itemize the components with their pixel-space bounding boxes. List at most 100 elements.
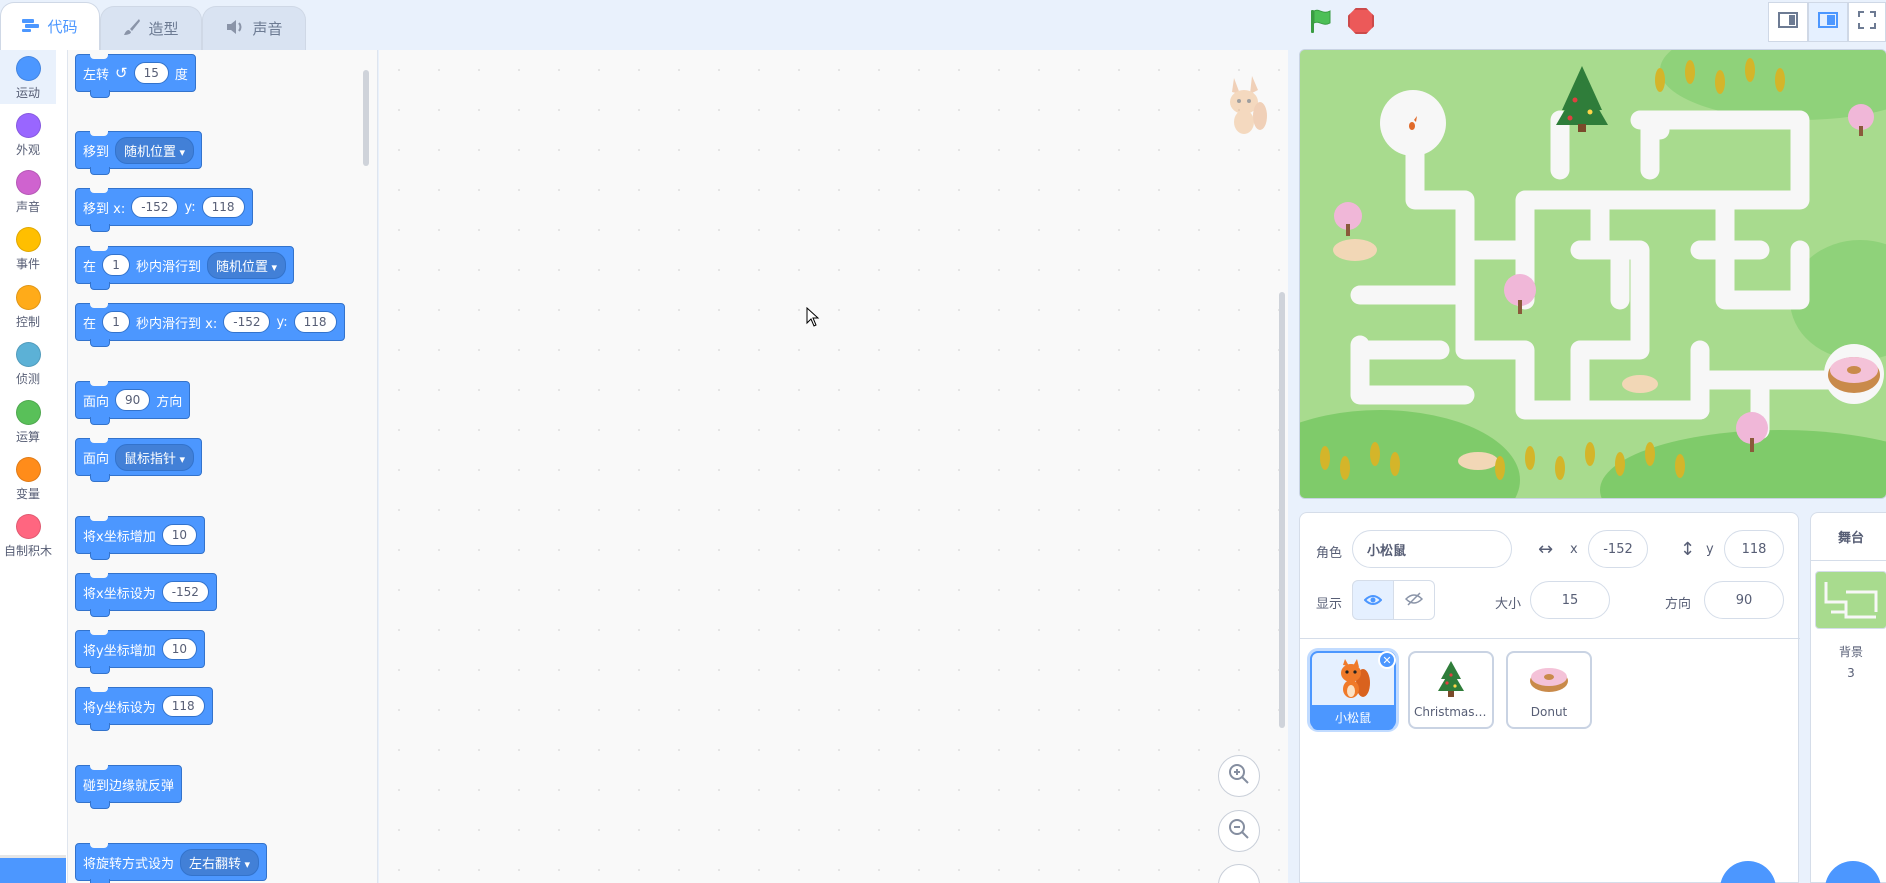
add-backdrop-button[interactable]: [1825, 861, 1881, 883]
glide-secs-input[interactable]: 1: [102, 311, 131, 333]
sensing-dot-icon: [15, 342, 41, 367]
category-label: 声音: [15, 200, 40, 214]
towards-dropdown[interactable]: 鼠标指针: [115, 443, 195, 471]
category-sound[interactable]: 声音: [0, 170, 56, 215]
glide-x-input[interactable]: -152: [223, 311, 271, 333]
x-label: x: [1570, 542, 1578, 557]
backdrop-count: 3: [1847, 666, 1855, 680]
category-events[interactable]: 事件: [0, 227, 56, 272]
fullscreen-icon: [1858, 11, 1876, 33]
show-label: 显示: [1316, 597, 1343, 612]
category-label: 变量: [15, 487, 40, 501]
block-text: 秒内滑行到 x:: [136, 316, 218, 332]
block-set-y[interactable]: 将y坐标设为 118: [75, 687, 213, 731]
small-stage-button[interactable]: [1768, 2, 1808, 42]
glide-secs-input[interactable]: 1: [102, 254, 131, 276]
direction-input[interactable]: 90: [115, 389, 151, 411]
goto-y-input[interactable]: 118: [201, 196, 245, 218]
block-glide-xy[interactable]: 在 1 秒内滑行到 x: -152 y: 118: [75, 303, 345, 347]
show-sprite-button[interactable]: [1352, 580, 1394, 620]
block-turn-left[interactable]: 左转 ↺ 15 度: [75, 54, 196, 98]
category-my-blocks[interactable]: 自制积木: [0, 514, 56, 559]
my-blocks-dot-icon: [15, 514, 41, 539]
block-goto[interactable]: 移到 随机位置: [75, 131, 203, 175]
sprite-tile-donut[interactable]: Donut: [1506, 651, 1592, 729]
rotation-style-dropdown[interactable]: 左右翻转: [180, 848, 260, 876]
control-dot-icon: [15, 285, 41, 310]
y-position-input[interactable]: 118: [1724, 530, 1784, 568]
script-scrollbar[interactable]: [1279, 292, 1285, 728]
current-sprite-watermark-icon: [1222, 70, 1268, 136]
change-y-input[interactable]: 10: [161, 638, 197, 660]
glide-y-input[interactable]: 118: [293, 311, 337, 333]
delete-sprite-button[interactable]: ✕: [1378, 651, 1396, 669]
block-text: 碰到边缘就反弹: [83, 778, 175, 794]
block-goto-xy[interactable]: 移到 x: -152 y: 118: [75, 188, 253, 232]
category-sensing[interactable]: 侦测: [0, 342, 56, 387]
stage-selector-panel[interactable]: 舞台 背景 3: [1810, 512, 1886, 883]
stage-canvas[interactable]: [1299, 49, 1886, 499]
extension-button[interactable]: [0, 858, 66, 883]
block-text: 在: [83, 259, 97, 275]
normal-stage-button[interactable]: [1808, 2, 1848, 42]
size-input[interactable]: 15: [1530, 581, 1610, 619]
sprite-name-label: 角色: [1316, 546, 1343, 561]
block-text: 将y坐标设为: [83, 700, 156, 716]
y-label: y: [1706, 542, 1714, 557]
looks-dot-icon: [15, 113, 41, 138]
block-text: 移到 x:: [83, 201, 126, 217]
zoom-out-button[interactable]: [1218, 810, 1260, 852]
category-looks[interactable]: 外观: [0, 113, 56, 158]
block-glide[interactable]: 在 1 秒内滑行到 随机位置: [75, 246, 295, 290]
turn-degrees-input[interactable]: 15: [133, 62, 169, 84]
block-text: 左转: [83, 67, 110, 83]
block-text: y:: [276, 314, 288, 330]
category-operators[interactable]: 运算: [0, 400, 56, 445]
category-label: 控制: [15, 315, 40, 329]
tab-sounds[interactable]: 声音: [202, 6, 306, 50]
tab-label: 代码: [47, 18, 78, 36]
tab-costumes[interactable]: 造型: [100, 6, 202, 50]
block-text: 移到: [83, 144, 110, 160]
category-control[interactable]: 控制: [0, 285, 56, 330]
add-sprite-button[interactable]: [1720, 861, 1776, 883]
script-area[interactable]: [379, 50, 1288, 883]
block-change-x[interactable]: 将x坐标增加 10: [75, 516, 205, 560]
set-x-input[interactable]: -152: [161, 581, 209, 603]
x-position-input[interactable]: -152: [1588, 530, 1648, 568]
block-change-y[interactable]: 将y坐标增加 10: [75, 630, 205, 674]
block-text: 将x坐标增加: [83, 529, 156, 545]
fullscreen-button[interactable]: [1848, 2, 1886, 42]
category-variables[interactable]: 变量: [0, 457, 56, 502]
block-rotation-style[interactable]: 将旋转方式设为 左右翻转: [75, 843, 268, 883]
small-stage-icon: [1778, 12, 1798, 32]
hide-sprite-button[interactable]: [1393, 580, 1435, 620]
block-bounce[interactable]: 碰到边缘就反弹: [75, 765, 183, 809]
glide-target-dropdown[interactable]: 随机位置: [207, 251, 287, 279]
category-motion[interactable]: 运动: [0, 50, 56, 104]
change-x-input[interactable]: 10: [161, 524, 197, 546]
eye-slash-icon: [1404, 591, 1424, 610]
tab-code[interactable]: 代码: [0, 2, 100, 50]
tab-label: 造型: [148, 20, 179, 38]
sprite-name-input[interactable]: 小松鼠: [1352, 530, 1512, 568]
zoom-in-button[interactable]: [1218, 755, 1260, 797]
sprite-tile-christmas-tree[interactable]: Christmas ...: [1408, 651, 1494, 729]
block-set-x[interactable]: 将x坐标设为 -152: [75, 573, 217, 617]
goto-target-dropdown[interactable]: 随机位置: [115, 136, 195, 164]
block-text: 面向: [83, 451, 110, 467]
sprite-properties: 角色 小松鼠 ↔ x -152 ↕ y 118 显示 大小 15 方向 90: [1300, 513, 1800, 639]
palette-scrollbar[interactable]: [363, 70, 369, 166]
set-y-input[interactable]: 118: [161, 695, 205, 717]
goto-x-input[interactable]: -152: [131, 196, 179, 218]
vertical-arrow-icon: ↕: [1680, 539, 1696, 560]
sprite-tile-squirrel[interactable]: 小松鼠 ✕: [1310, 651, 1396, 730]
stop-icon[interactable]: [1348, 8, 1374, 34]
category-label: 运动: [15, 86, 40, 100]
block-point-direction[interactable]: 面向 90 方向: [75, 381, 191, 425]
block-point-towards[interactable]: 面向 鼠标指针: [75, 438, 203, 482]
block-text: 方向: [156, 394, 183, 410]
mouse-cursor-icon: [806, 306, 820, 331]
direction-input[interactable]: 90: [1704, 581, 1784, 619]
green-flag-icon[interactable]: [1308, 8, 1334, 34]
